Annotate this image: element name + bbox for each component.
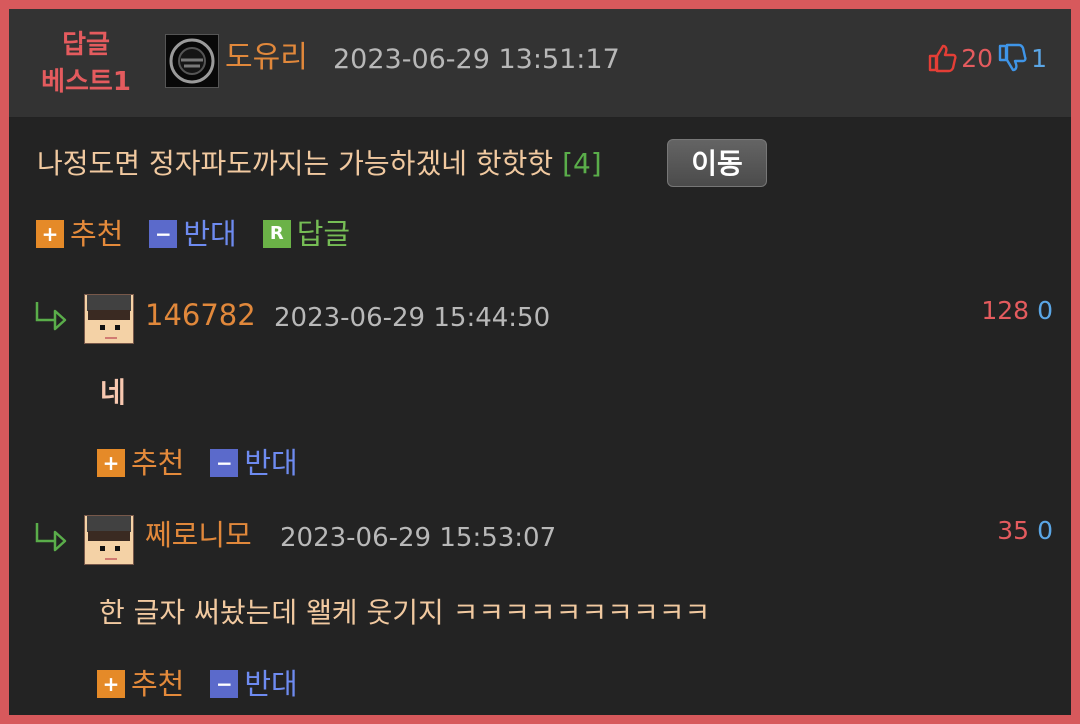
reply-arrow-icon bbox=[33, 519, 69, 553]
reply-arrow-icon bbox=[33, 298, 69, 332]
reply-author[interactable]: 쩨로니모 bbox=[145, 515, 252, 555]
reply-vote-summary: 35 0 bbox=[997, 513, 1053, 549]
minus-icon: − bbox=[210, 449, 239, 477]
reply-timestamp: 2023-06-29 15:53:07 bbox=[280, 523, 557, 553]
reply-actions: + 추천 − 반대 bbox=[97, 443, 298, 483]
reply-label: 답글 bbox=[296, 217, 351, 251]
plus-icon: + bbox=[36, 220, 64, 248]
post-upvote-count: 20 bbox=[961, 43, 994, 73]
move-button[interactable]: 이동 bbox=[667, 139, 767, 187]
reply-content: 네 bbox=[100, 376, 126, 409]
oppose-button[interactable]: − 반대 bbox=[149, 214, 237, 254]
reply-upvote-count: 35 bbox=[997, 516, 1030, 545]
oppose-button[interactable]: − 반대 bbox=[210, 664, 298, 704]
comment-card: 답글 베스트1 도유리 2023-06-29 13:51:17 20 1 나정도… bbox=[9, 9, 1071, 715]
pixel-avatar-icon[interactable] bbox=[84, 515, 134, 565]
reply-upvote-count: 128 bbox=[981, 296, 1030, 325]
post-author[interactable]: 도유리 bbox=[225, 37, 308, 79]
reply-author[interactable]: 146782 bbox=[145, 295, 256, 335]
reply-timestamp: 2023-06-29 15:44:50 bbox=[274, 303, 551, 333]
reply-downvote-count: 0 bbox=[1037, 516, 1053, 545]
reply-button[interactable]: R 답글 bbox=[262, 214, 351, 254]
reply-vote-summary: 128 0 bbox=[981, 293, 1053, 329]
oppose-label: 반대 bbox=[183, 217, 237, 251]
thumb-down-icon[interactable] bbox=[997, 43, 1027, 73]
oppose-label: 반대 bbox=[244, 446, 298, 480]
recommend-label: 추천 bbox=[131, 446, 185, 480]
post-actions: + 추천 − 반대 R 답글 bbox=[36, 214, 350, 254]
plus-icon: + bbox=[97, 670, 125, 698]
recommend-label: 추천 bbox=[70, 217, 124, 251]
reply-downvote-count: 0 bbox=[1037, 296, 1053, 325]
post-timestamp: 2023-06-29 13:51:17 bbox=[333, 44, 620, 75]
recommend-button[interactable]: + 추천 bbox=[97, 664, 184, 704]
post-downvote-count: 1 bbox=[1031, 43, 1047, 73]
oppose-button[interactable]: − 반대 bbox=[210, 443, 298, 483]
avatar-main[interactable] bbox=[165, 34, 219, 88]
recommend-label: 추천 bbox=[131, 667, 185, 701]
pixel-avatar-icon[interactable] bbox=[84, 294, 134, 344]
recommend-button[interactable]: + 추천 bbox=[36, 214, 123, 254]
reply-count[interactable]: [4] bbox=[562, 147, 602, 180]
post-vote-summary: 20 1 bbox=[927, 38, 1047, 78]
plus-icon: + bbox=[97, 449, 125, 477]
minus-icon: − bbox=[149, 220, 178, 248]
reply-icon: R bbox=[262, 220, 291, 248]
best-reply-label-line1: 답글 bbox=[62, 30, 110, 60]
oppose-label: 반대 bbox=[244, 667, 298, 701]
reply-actions: + 추천 − 반대 bbox=[97, 664, 298, 704]
minus-icon: − bbox=[210, 670, 239, 698]
thumb-up-icon[interactable] bbox=[927, 43, 957, 73]
best-comment-header: 답글 베스트1 도유리 2023-06-29 13:51:17 20 1 bbox=[9, 9, 1071, 118]
recommend-button[interactable]: + 추천 bbox=[97, 443, 184, 483]
reply-content: 한 글자 써놨는데 왤케 웃기지 ㅋㅋㅋㅋㅋㅋㅋㅋㅋㅋ bbox=[99, 596, 711, 629]
post-text: 나정도면 정자파도까지는 가능하겠네 핫핫핫 bbox=[37, 147, 554, 180]
post-content: 나정도면 정자파도까지는 가능하겠네 핫핫핫 [4] bbox=[37, 142, 602, 186]
best-reply-label: 답글 베스트1 bbox=[29, 27, 143, 101]
dark-round-avatar-icon bbox=[166, 35, 218, 87]
best-reply-label-line2: 베스트1 bbox=[41, 67, 131, 97]
